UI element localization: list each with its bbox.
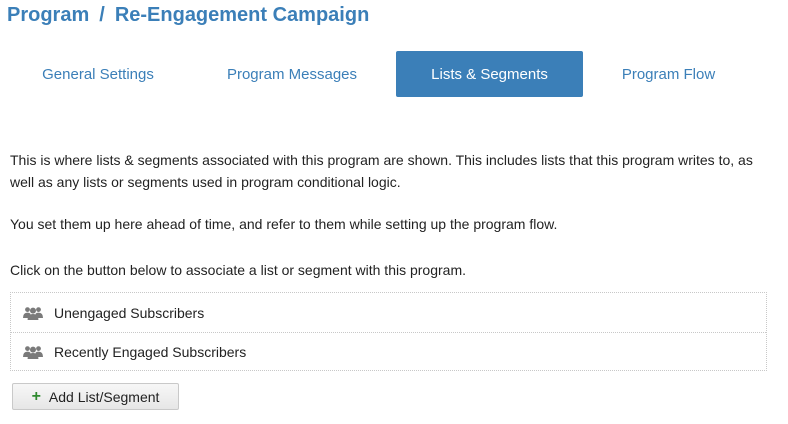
users-icon [23, 306, 43, 320]
description-paragraph: You set them up here ahead of time, and … [10, 216, 558, 232]
page-title: Re-Engagement Campaign [114, 4, 370, 26]
tab-bar: General Settings Program Messages Lists … [0, 51, 788, 97]
tab-lists-segments[interactable]: Lists & Segments [396, 51, 583, 97]
breadcrumb-root[interactable]: Program [7, 4, 89, 26]
users-icon [23, 346, 43, 359]
tab-program-flow[interactable]: Program Flow [583, 51, 754, 97]
list-item[interactable]: Recently Engaged Subscribers [11, 332, 766, 371]
tab-general-settings[interactable]: General Settings [10, 51, 186, 97]
list-item[interactable]: Unengaged Subscribers [11, 293, 766, 332]
breadcrumb-separator: / [99, 4, 105, 26]
description-paragraph: This is where lists & segments associate… [10, 152, 753, 190]
add-list-segment-button[interactable]: + Add List/Segment [12, 383, 179, 410]
plus-icon: + [31, 387, 41, 405]
list-segment-list: Unengaged Subscribers Recently Engaged S… [10, 292, 767, 371]
breadcrumb: Program / Re-Engagement Campaign [7, 4, 369, 27]
description-paragraph: Click on the button below to associate a… [10, 262, 466, 278]
list-item-label: Recently Engaged Subscribers [54, 344, 247, 360]
list-item-label: Unengaged Subscribers [54, 304, 205, 321]
tab-program-messages[interactable]: Program Messages [204, 51, 380, 97]
add-list-segment-label: Add List/Segment [48, 388, 160, 405]
